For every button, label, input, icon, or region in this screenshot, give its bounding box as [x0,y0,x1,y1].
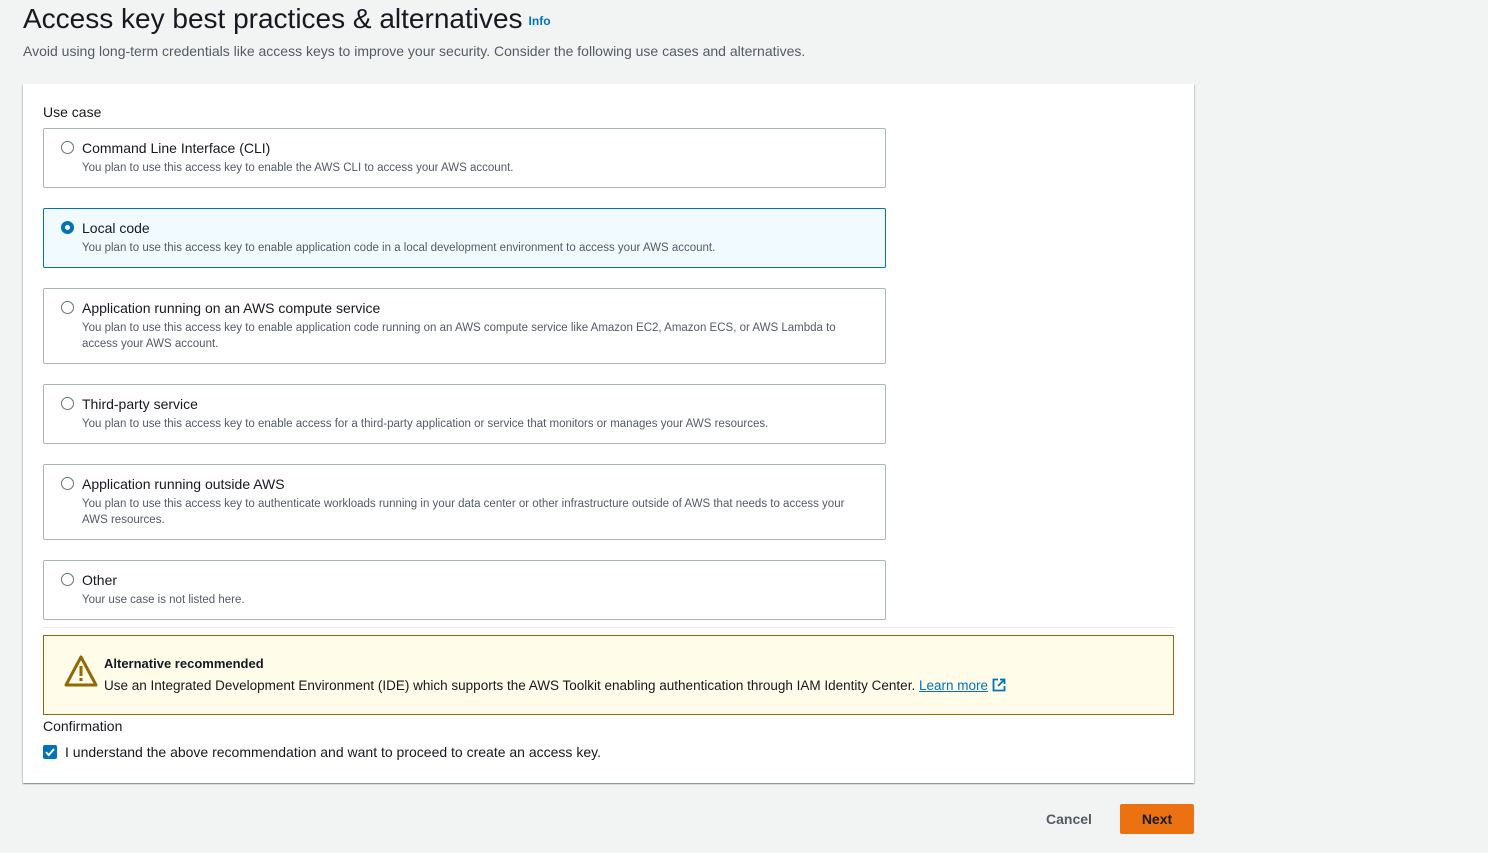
alternative-alert: Alternative recommended Use an Integrate… [43,635,1174,715]
option-aws-compute[interactable]: Application running on an AWS compute se… [43,288,886,364]
option-outside-aws[interactable]: Application running outside AWS You plan… [43,464,886,540]
cancel-button[interactable]: Cancel [1036,804,1102,834]
option-description: Your use case is not listed here. [82,594,245,606]
use-case-label: Use case [43,104,102,120]
option-third-party[interactable]: Third-party service You plan to use this… [43,384,886,444]
checkmark-icon [45,748,55,757]
option-local-code[interactable]: Local code You plan to use this access k… [43,208,886,268]
option-title: Third-party service [82,396,198,412]
external-link-icon[interactable] [992,678,1006,692]
confirmation-label: Confirmation [43,718,123,734]
warning-icon [64,655,98,687]
option-title: Application running on an AWS compute se… [82,300,381,316]
info-link[interactable]: Info [529,14,551,28]
option-description: You plan to use this access key to enabl… [82,418,769,430]
option-title: Local code [82,220,150,236]
radio-outside-aws[interactable] [61,477,74,490]
option-description: You plan to use this access key to enabl… [82,242,716,254]
page-title: Access key best practices & alternatives… [23,2,551,38]
page-description: Avoid using long-term credentials like a… [23,43,806,59]
option-title: Other [82,572,118,588]
radio-third-party[interactable] [61,397,74,410]
option-cli[interactable]: Command Line Interface (CLI) You plan to… [43,128,886,188]
divider [43,627,1174,628]
learn-more-link[interactable]: Learn more [919,678,988,693]
confirmation-checkbox[interactable] [43,745,57,759]
alert-message: Use an Integrated Development Environmen… [104,678,916,693]
option-description: You plan to use this access key to enabl… [82,162,514,174]
option-title: Application running outside AWS [82,476,285,492]
radio-aws-compute[interactable] [61,301,74,314]
option-other[interactable]: Other Your use case is not listed here. [43,560,886,620]
next-button[interactable]: Next [1120,804,1194,834]
option-description: You plan to use this access key to enabl… [82,322,836,350]
page-title-text: Access key best practices & alternatives [23,3,523,34]
option-title: Command Line Interface (CLI) [82,140,271,156]
alert-text: Use an Integrated Development Environmen… [104,678,1006,693]
radio-other[interactable] [61,573,74,586]
use-case-panel: Use case Command Line Interface (CLI) Yo… [23,84,1194,783]
confirmation-checkbox-label[interactable]: I understand the above recommendation an… [65,744,601,760]
radio-local-code[interactable] [61,221,74,234]
alert-title: Alternative recommended [104,656,264,671]
radio-cli[interactable] [61,141,74,154]
option-description: You plan to use this access key to authe… [82,498,845,526]
